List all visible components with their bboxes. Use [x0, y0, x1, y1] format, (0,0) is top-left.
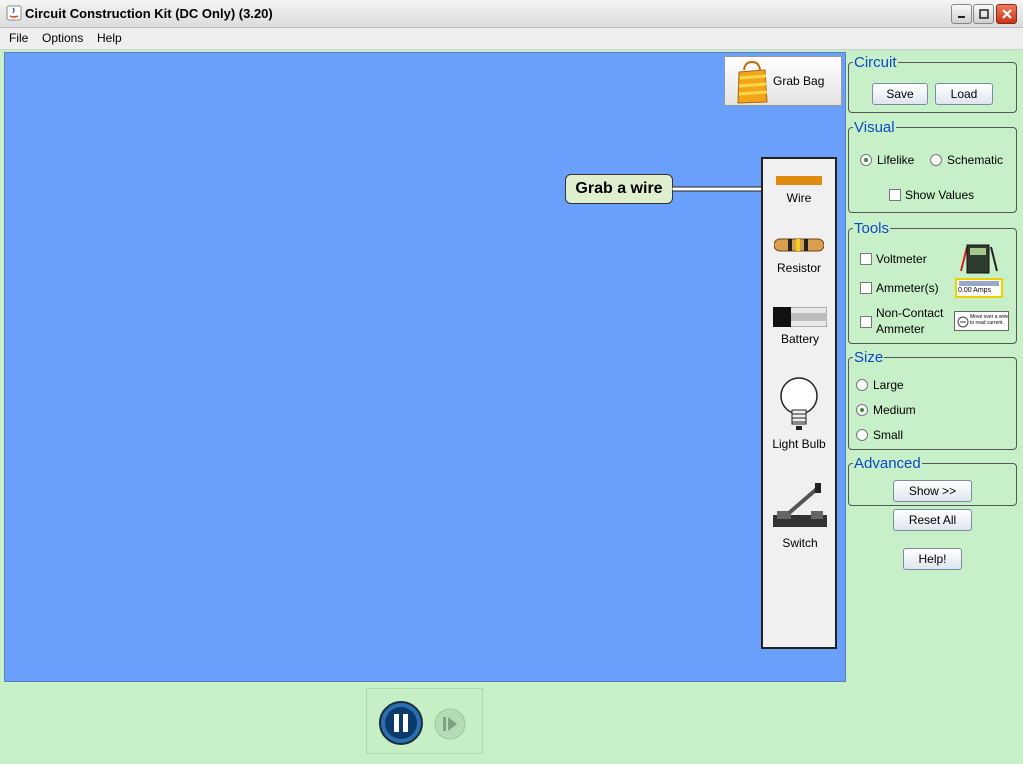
- step-button[interactable]: [433, 707, 467, 741]
- show-advanced-button[interactable]: Show >>: [893, 480, 972, 502]
- non-contact-label-line1: Non-Contact: [876, 306, 944, 320]
- menu-bar: File Options Help: [0, 28, 1023, 50]
- voltmeter-label: Voltmeter: [876, 252, 927, 266]
- advanced-panel-title: Advanced: [853, 455, 922, 472]
- size-small-label: Small: [873, 428, 904, 442]
- reset-all-button[interactable]: Reset All: [893, 509, 972, 531]
- non-contact-label-line2: Ammeter: [876, 322, 925, 336]
- switch-label: Switch: [782, 536, 818, 550]
- visual-panel-title: Visual: [853, 119, 896, 136]
- menu-options[interactable]: Options: [42, 31, 83, 45]
- window-title: Circuit Construction Kit (DC Only) (3.20…: [25, 6, 273, 21]
- visual-panel: Visual Lifelike Schematic Show Values: [848, 119, 1017, 213]
- non-contact-ammeter-icon: Move over a wire to read current.: [954, 311, 1009, 331]
- resistor-label: Resistor: [776, 261, 821, 275]
- circuit-canvas[interactable]: [4, 52, 846, 682]
- step-icon: [443, 717, 446, 731]
- grab-bag-label: Grab Bag: [773, 74, 825, 88]
- toolbox-battery[interactable]: Battery: [763, 305, 835, 350]
- resistor-icon: [774, 238, 824, 252]
- maximize-icon: [978, 9, 989, 19]
- size-medium-label: Medium: [873, 403, 916, 417]
- voltmeter-checkbox[interactable]: [860, 253, 872, 265]
- circuit-panel-title: Circuit: [853, 54, 898, 71]
- lifelike-label: Lifelike: [877, 153, 915, 167]
- size-large-label: Large: [873, 378, 904, 392]
- menu-help[interactable]: Help: [97, 31, 122, 45]
- close-icon: [1001, 9, 1012, 19]
- schematic-label: Schematic: [947, 153, 1004, 167]
- size-medium-radio[interactable]: [856, 404, 868, 416]
- grab-bag-button[interactable]: Grab Bag: [724, 56, 842, 106]
- switch-icon: [773, 483, 827, 527]
- minimize-icon: [957, 16, 965, 18]
- size-small-radio[interactable]: [856, 429, 868, 441]
- size-large-radio[interactable]: [856, 379, 868, 391]
- pause-icon: [394, 714, 399, 732]
- show-values-label: Show Values: [905, 188, 975, 202]
- component-toolbox: Wire Resistor Battery Light Bulb Switch: [761, 157, 837, 649]
- size-panel: Size Large Medium Small: [848, 349, 1017, 450]
- toolbox-wire[interactable]: Wire: [763, 169, 835, 209]
- tools-panel-title: Tools: [853, 220, 891, 237]
- ammeter-icon: 0.00 Amps: [955, 278, 1003, 298]
- tools-panel: Tools Voltmeter Ammeter(s) 0.00 Amps Non…: [848, 220, 1017, 344]
- wire-label: Wire: [786, 191, 812, 205]
- circuit-panel: Circuit Save Load: [848, 54, 1017, 113]
- title-bar: Circuit Construction Kit (DC Only) (3.20…: [0, 0, 1023, 28]
- battery-icon: [773, 307, 827, 327]
- light-bulb-label: Light Bulb: [772, 437, 826, 451]
- java-app-icon: [6, 5, 22, 21]
- ammeter-label: Ammeter(s): [876, 281, 939, 295]
- show-values-checkbox[interactable]: [889, 189, 901, 201]
- minimize-button[interactable]: [951, 4, 972, 24]
- non-contact-ammeter-checkbox[interactable]: [860, 316, 872, 328]
- schematic-radio[interactable]: [930, 154, 942, 166]
- load-button[interactable]: Load: [935, 83, 993, 105]
- save-button[interactable]: Save: [872, 83, 928, 105]
- grab-bag-icon: [737, 60, 768, 104]
- ammeter-readout: 0.00 Amps: [958, 287, 992, 294]
- light-bulb-icon: [780, 377, 818, 430]
- clock-control-panel: [366, 688, 483, 754]
- size-panel-title: Size: [853, 349, 885, 366]
- grab-a-wire-callout: Grab a wire: [565, 174, 673, 204]
- toolbox-switch[interactable]: Switch: [763, 481, 835, 551]
- toolbox-resistor[interactable]: Resistor: [763, 234, 835, 279]
- toolbox-light-bulb[interactable]: Light Bulb: [763, 374, 835, 451]
- menu-file[interactable]: File: [9, 31, 28, 45]
- voltmeter-icon: [960, 244, 998, 274]
- battery-label: Battery: [780, 332, 819, 346]
- wire-icon: [776, 176, 822, 185]
- ammeter-checkbox[interactable]: [860, 282, 872, 294]
- close-button[interactable]: [996, 4, 1017, 24]
- target-icon: [957, 316, 969, 328]
- help-button[interactable]: Help!: [903, 548, 962, 570]
- non-contact-readout: Move over a wire to read current.: [970, 314, 1009, 326]
- maximize-button[interactable]: [973, 4, 994, 24]
- advanced-panel: Advanced Show >>: [848, 455, 1017, 506]
- lifelike-radio[interactable]: [860, 154, 872, 166]
- pause-button[interactable]: [378, 700, 424, 746]
